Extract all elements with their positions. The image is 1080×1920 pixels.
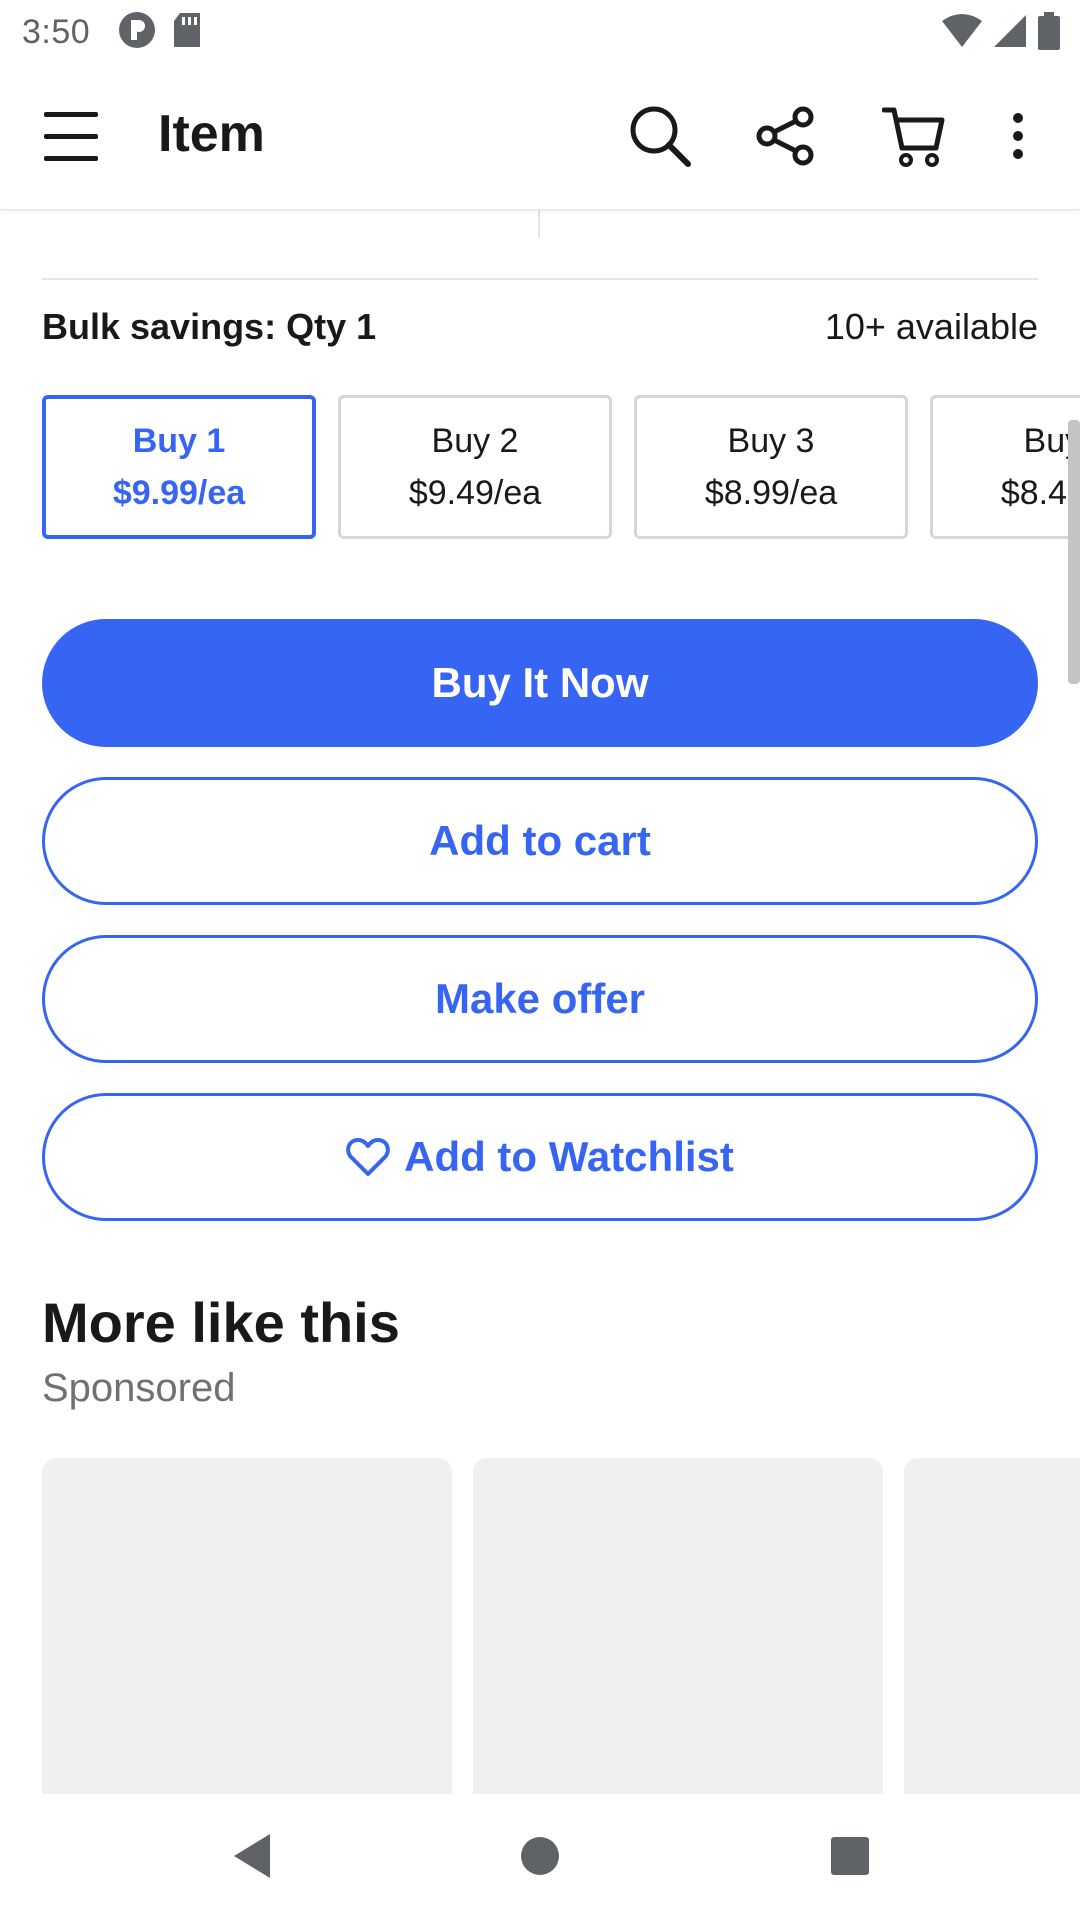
app-bar: Item: [0, 64, 1080, 210]
qty-option-2[interactable]: Buy 2 $9.49/ea: [338, 395, 612, 539]
add-to-watchlist-label: Add to Watchlist: [404, 1133, 734, 1180]
sponsored-label: Sponsored: [42, 1366, 236, 1410]
qty-option-1[interactable]: Buy 1 $9.99/ea: [42, 395, 316, 539]
qty-option-price: $9.99/ea: [112, 474, 246, 512]
qty-option-label: Buy 2: [431, 422, 519, 460]
nav-recents-icon[interactable]: [820, 1826, 880, 1886]
search-icon[interactable]: [626, 102, 694, 170]
status-system-icons: [942, 12, 1060, 55]
hamburger-menu-icon[interactable]: [44, 110, 100, 162]
sponsored-items-carousel: [42, 1458, 1080, 1794]
status-time: 3:50: [22, 12, 91, 51]
page-title: Item: [158, 105, 265, 163]
make-offer-button[interactable]: Make offer: [42, 935, 1038, 1063]
sponsored-item-card[interactable]: [904, 1458, 1080, 1794]
bulk-quantity-options: Buy 1 $9.99/ea Buy 2 $9.49/ea Buy 3 $8.9…: [42, 395, 1080, 541]
scrollbar-thumb[interactable]: [1068, 420, 1080, 684]
make-offer-label: Make offer: [434, 975, 646, 1022]
bulk-savings-label: Bulk savings: Qty 1: [42, 306, 377, 347]
buy-it-now-button[interactable]: Buy It Now: [42, 619, 1038, 747]
qty-option-price: $8.99/ea: [704, 474, 838, 512]
share-icon[interactable]: [752, 102, 820, 170]
buy-it-now-label: Buy It Now: [431, 659, 649, 706]
nav-home-icon[interactable]: [510, 1826, 570, 1886]
sponsored-item-card[interactable]: [42, 1458, 452, 1794]
more-vertical-icon[interactable]: [988, 102, 1048, 170]
sd-card-icon: [172, 12, 202, 52]
notification-app-icon: [118, 11, 156, 54]
system-navigation-bar: [0, 1794, 1080, 1920]
status-bar: 3:50: [0, 0, 1080, 64]
qty-option-price: $9.49/ea: [408, 474, 542, 512]
cart-icon[interactable]: [880, 102, 948, 170]
qty-option-3[interactable]: Buy 3 $8.99/ea: [634, 395, 908, 539]
qty-option-label: Buy 1: [132, 422, 226, 460]
section-divider: [42, 278, 1038, 280]
heart-outline-icon: [346, 1137, 390, 1177]
add-to-watchlist-button[interactable]: Add to Watchlist: [42, 1093, 1038, 1221]
nav-back-icon[interactable]: [222, 1826, 282, 1886]
qty-option-4[interactable]: Buy 4 $8.49/ea: [930, 395, 1080, 539]
qty-option-label: Buy 3: [727, 422, 815, 460]
bulk-savings-row: Bulk savings: Qty 1 10+ available: [42, 306, 1038, 348]
availability-text: 10+ available: [824, 306, 1038, 347]
signal-icon: [992, 13, 1028, 54]
status-notification-icons: [118, 11, 202, 54]
add-to-cart-label: Add to cart: [429, 817, 651, 864]
sponsored-item-card[interactable]: [473, 1458, 883, 1794]
add-to-cart-button[interactable]: Add to cart: [42, 777, 1038, 905]
battery-icon: [1038, 12, 1060, 55]
wifi-icon: [942, 13, 982, 54]
more-like-this-title: More like this: [42, 1291, 400, 1354]
